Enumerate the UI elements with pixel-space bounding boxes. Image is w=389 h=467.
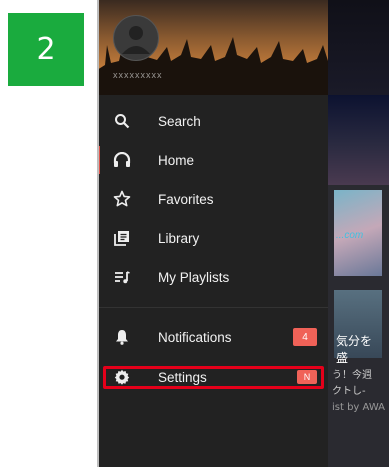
bell-icon bbox=[112, 327, 132, 347]
background-app-content: ...com 気分を盛 う！今週 クトし- ist by AWA bbox=[328, 0, 389, 467]
navigation-drawer: xxxxxxxxx Search Home Favorites Library … bbox=[97, 0, 328, 467]
search-icon bbox=[112, 111, 132, 131]
menu-item-label: Home bbox=[158, 152, 195, 168]
menu-item-favorites[interactable]: Favorites bbox=[97, 181, 328, 217]
menu-item-home[interactable]: Home bbox=[97, 142, 328, 178]
background-text: う！今週 bbox=[332, 370, 372, 381]
profile-username: xxxxxxxxx bbox=[113, 70, 163, 80]
star-icon bbox=[112, 189, 132, 209]
menu-item-label: Search bbox=[158, 113, 201, 129]
user-icon bbox=[122, 26, 150, 54]
background-banner bbox=[328, 95, 389, 185]
background-text: クトし- bbox=[332, 386, 366, 397]
headphones-icon bbox=[112, 150, 132, 170]
drawer-header: xxxxxxxxx bbox=[97, 0, 328, 95]
menu-item-settings[interactable]: Settings N bbox=[97, 359, 328, 395]
background-card: 気分を盛 bbox=[334, 290, 382, 365]
notifications-count-badge: 4 bbox=[293, 328, 317, 346]
menu-divider bbox=[97, 307, 328, 308]
background-text: ist by AWA bbox=[332, 402, 386, 413]
menu-item-notifications[interactable]: Notifications 4 bbox=[97, 319, 328, 355]
settings-new-badge: N bbox=[297, 370, 317, 384]
menu-item-label: Notifications bbox=[158, 329, 232, 345]
menu-item-label: Settings bbox=[158, 369, 207, 385]
menu-item-label: Library bbox=[158, 230, 200, 246]
menu-item-label: My Playlists bbox=[158, 269, 230, 285]
menu-item-label: Favorites bbox=[158, 191, 214, 207]
avatar[interactable] bbox=[113, 15, 159, 61]
menu-item-library[interactable]: Library bbox=[97, 220, 328, 256]
screen-frame-edge bbox=[97, 0, 99, 467]
library-icon bbox=[112, 228, 132, 248]
playlist-icon bbox=[112, 267, 132, 287]
phone-screen: ...com 気分を盛 う！今週 クトし- ist by AWA xxxxxxx… bbox=[97, 0, 389, 467]
background-card: ...com bbox=[334, 190, 382, 276]
menu-item-search[interactable]: Search bbox=[97, 103, 328, 139]
step-number-badge: 2 bbox=[8, 13, 84, 86]
menu-item-my-playlists[interactable]: My Playlists bbox=[97, 259, 328, 295]
gear-icon bbox=[112, 367, 132, 387]
